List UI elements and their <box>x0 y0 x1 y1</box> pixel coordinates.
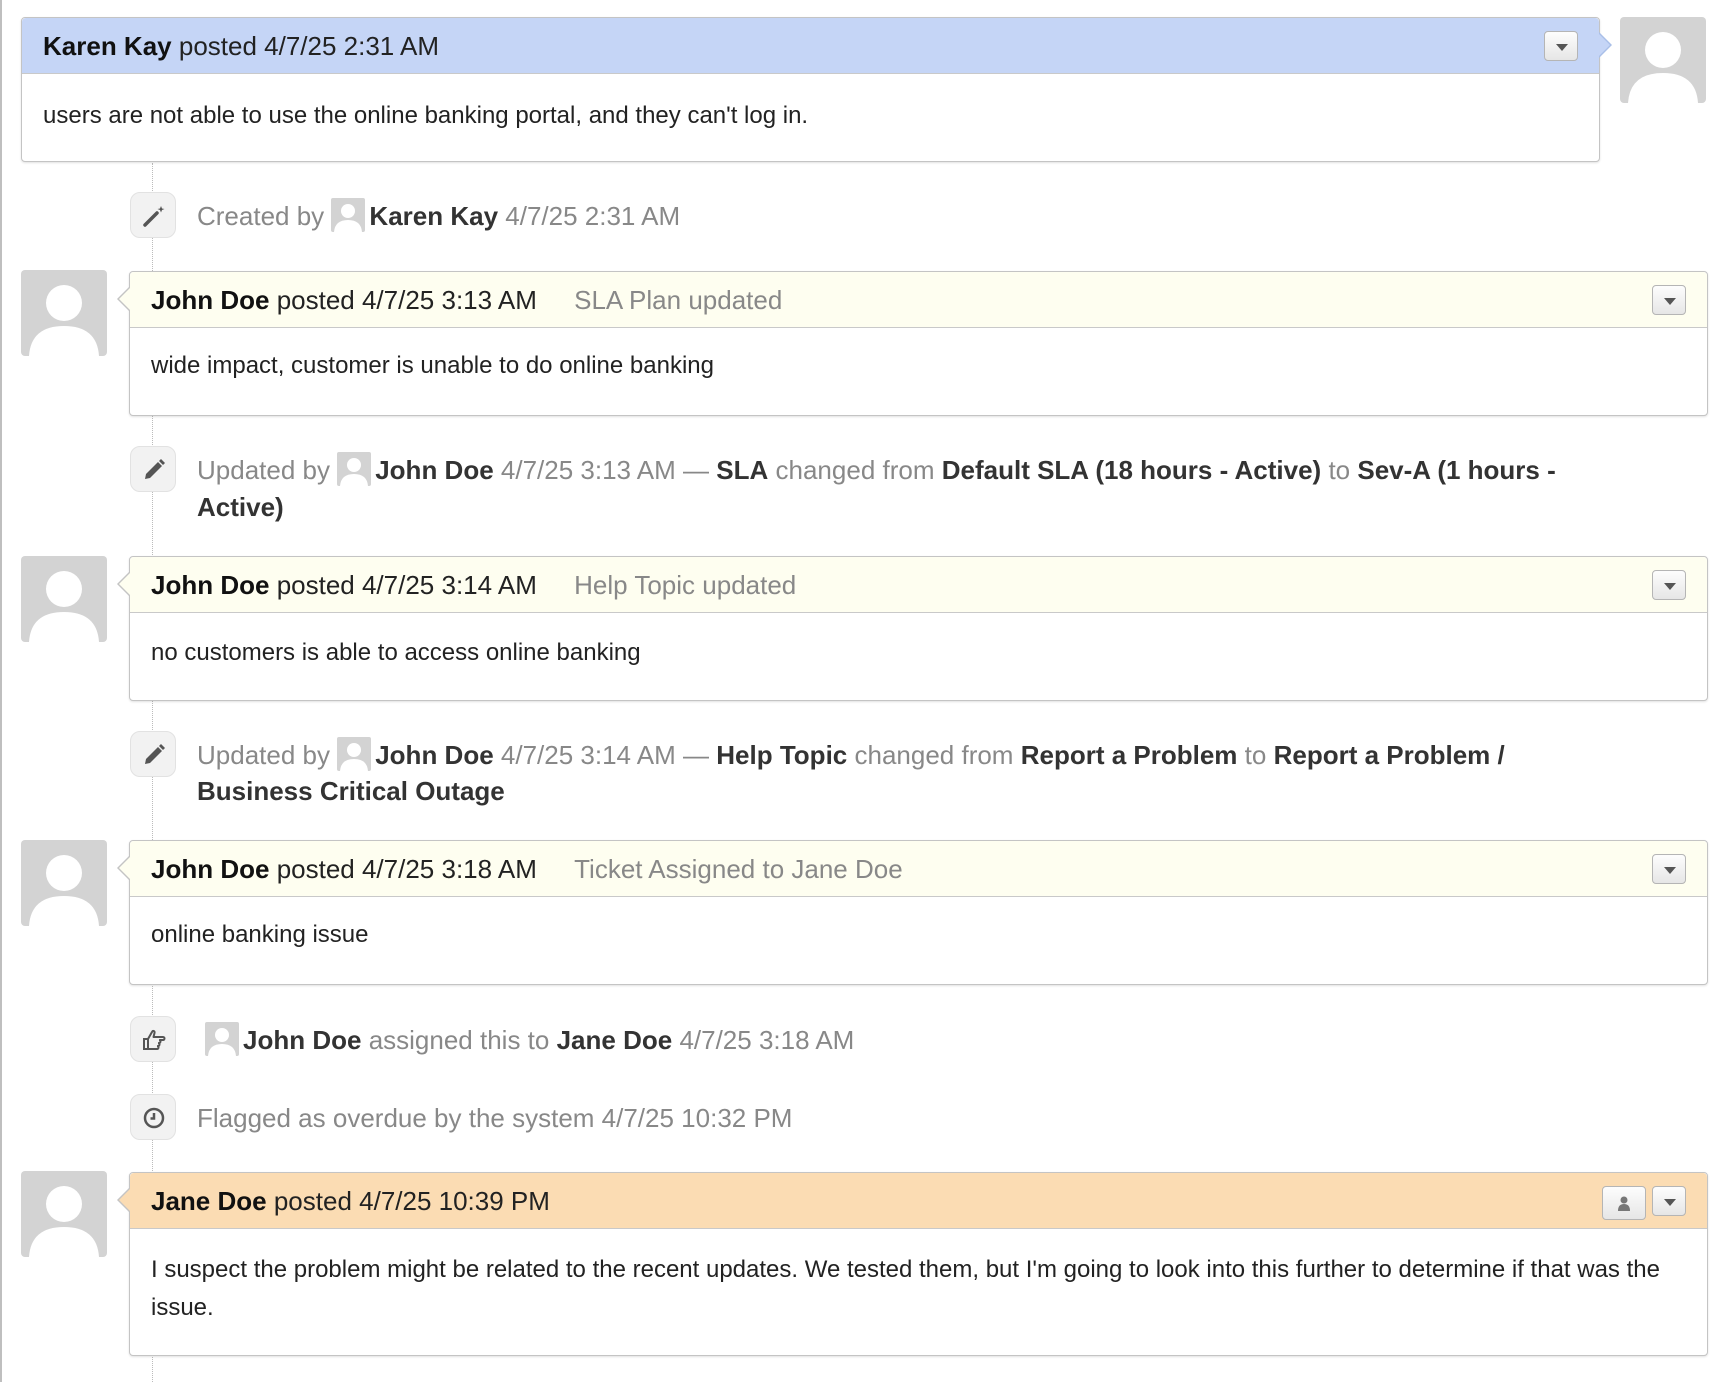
message-header: John Doe posted 4/7/25 3:13 AM SLA Plan … <box>117 272 1707 328</box>
agent-message: John Doe posted 4/7/25 3:14 AM Help Topi… <box>117 556 1708 701</box>
avatar <box>21 1171 107 1257</box>
message-body: no customers is able to access online ba… <box>151 639 641 666</box>
message-title: Ticket Assigned to Jane Doe <box>574 854 903 884</box>
author-name: Karen Kay <box>43 31 172 61</box>
speech-pointer <box>117 855 131 881</box>
message-body: wide impact, customer is unable to do on… <box>151 352 714 379</box>
message-header: Karen Kay posted 4/7/25 2:31 AM <box>22 18 1612 74</box>
event-user: John Doe <box>243 1025 362 1055</box>
event-to-word: to <box>1244 740 1267 770</box>
author-name: John Doe <box>151 285 270 315</box>
event-prefix: Created by <box>197 201 325 231</box>
customer-message: Karen Kay posted 4/7/25 2:31 AM users ar… <box>21 17 1612 162</box>
user-silhouette-icon <box>29 285 99 356</box>
avatar <box>21 840 107 926</box>
event-assigned: John Doe assigned this to Jane Doe 4/7/2… <box>205 1022 854 1059</box>
event-time: 4/7/25 2:31 AM <box>505 201 681 231</box>
message-title: SLA Plan updated <box>574 285 783 315</box>
event-overdue: Flagged as overdue by the system 4/7/25 … <box>197 1103 793 1133</box>
author-name: Jane Doe <box>151 1186 267 1216</box>
avatar <box>21 270 107 356</box>
message-body: users are not able to use the online ban… <box>43 102 809 129</box>
message-header: Jane Doe posted 4/7/25 10:39 PM <box>117 1173 1707 1229</box>
posted-time: posted 4/7/25 3:18 AM <box>276 854 537 884</box>
user-silhouette-icon <box>29 571 99 642</box>
user-silhouette-icon <box>334 204 363 233</box>
hand-point-right-icon <box>143 1029 166 1050</box>
event-target: Jane Doe <box>556 1025 673 1055</box>
pencil-icon <box>145 459 165 479</box>
user-silhouette-icon <box>208 1028 236 1057</box>
event-help-topic-updated: Updated by John Doe 4/7/25 3:14 AM — Hel… <box>197 737 1557 808</box>
event-time: 4/7/25 3:18 AM <box>679 1025 855 1055</box>
posted-time: posted 4/7/25 10:39 PM <box>273 1186 550 1216</box>
event-prefix: Updated by <box>197 455 330 485</box>
message-options-button[interactable] <box>1652 854 1686 884</box>
message-title: Help Topic updated <box>574 570 797 600</box>
avatar <box>21 556 107 642</box>
internal-note-button[interactable] <box>1602 1186 1646 1220</box>
message-header: John Doe posted 4/7/25 3:18 AM Ticket As… <box>117 841 1707 897</box>
speech-pointer <box>117 286 131 312</box>
pencil-icon <box>145 744 165 764</box>
message-header: John Doe posted 4/7/25 3:14 AM Help Topi… <box>117 557 1707 613</box>
event-to-word: to <box>1328 455 1351 485</box>
user-silhouette-icon <box>29 855 99 926</box>
agent-message: John Doe posted 4/7/25 3:13 AM SLA Plan … <box>117 271 1708 416</box>
event-time: 4/7/25 3:13 AM — <box>500 455 710 485</box>
avatar <box>205 1022 239 1057</box>
avatar <box>337 737 372 772</box>
event-from-value: Default SLA (18 hours - Active) <box>941 455 1322 485</box>
event-from-value: Report a Problem <box>1020 740 1238 770</box>
event-icon-overdue <box>130 1094 176 1140</box>
user-silhouette-icon <box>1628 32 1698 103</box>
event-icon-created <box>130 192 176 238</box>
timeline-connector <box>152 983 153 1173</box>
event-created: Created by Karen Kay 4/7/25 2:31 AM <box>197 198 680 235</box>
event-icon-updated <box>130 446 176 492</box>
event-time: 4/7/25 3:14 AM — <box>500 740 710 770</box>
timeline-connector <box>152 1355 153 1382</box>
user-silhouette-icon <box>340 458 369 487</box>
user-silhouette-icon <box>29 1186 99 1257</box>
left-border <box>0 0 2 1382</box>
author-name: John Doe <box>151 570 270 600</box>
agent-message: John Doe posted 4/7/25 3:18 AM Ticket As… <box>117 840 1708 985</box>
speech-pointer <box>117 1187 131 1213</box>
magic-wand-icon <box>143 206 165 227</box>
posted-time: posted 4/7/25 3:14 AM <box>276 570 537 600</box>
event-changed: changed from <box>854 740 1014 770</box>
posted-time: posted 4/7/25 2:31 AM <box>178 31 440 61</box>
event-field: SLA <box>716 455 769 485</box>
avatar <box>337 452 372 487</box>
event-action: assigned this to <box>368 1025 550 1055</box>
message-options-button[interactable] <box>1652 285 1686 315</box>
event-user: John Doe <box>375 455 494 485</box>
author-name: John Doe <box>151 854 270 884</box>
person-icon <box>1618 1196 1630 1211</box>
internal-note-message: Jane Doe posted 4/7/25 10:39 PM I suspec… <box>117 1172 1708 1356</box>
avatar <box>331 198 366 233</box>
user-silhouette-icon <box>340 743 369 772</box>
message-options-button[interactable] <box>1652 570 1686 600</box>
message-body: I suspect the problem might be related t… <box>151 1256 1660 1321</box>
event-changed: changed from <box>775 455 935 485</box>
speech-pointer <box>117 571 131 597</box>
event-user: Karen Kay <box>369 201 499 231</box>
clock-icon <box>143 1107 165 1129</box>
event-icon-assigned <box>130 1016 176 1062</box>
event-sla-updated: Updated by John Doe 4/7/25 3:13 AM — SLA… <box>197 452 1557 525</box>
avatar <box>1620 17 1706 103</box>
speech-pointer <box>1598 32 1612 58</box>
posted-time: posted 4/7/25 3:13 AM <box>276 285 537 315</box>
event-prefix: Updated by <box>197 740 330 770</box>
event-user: John Doe <box>375 740 494 770</box>
message-options-button[interactable] <box>1652 1186 1686 1216</box>
event-field: Help Topic <box>716 740 848 770</box>
message-options-button[interactable] <box>1544 31 1578 61</box>
message-body: online banking issue <box>151 921 369 948</box>
event-icon-updated <box>130 731 176 777</box>
